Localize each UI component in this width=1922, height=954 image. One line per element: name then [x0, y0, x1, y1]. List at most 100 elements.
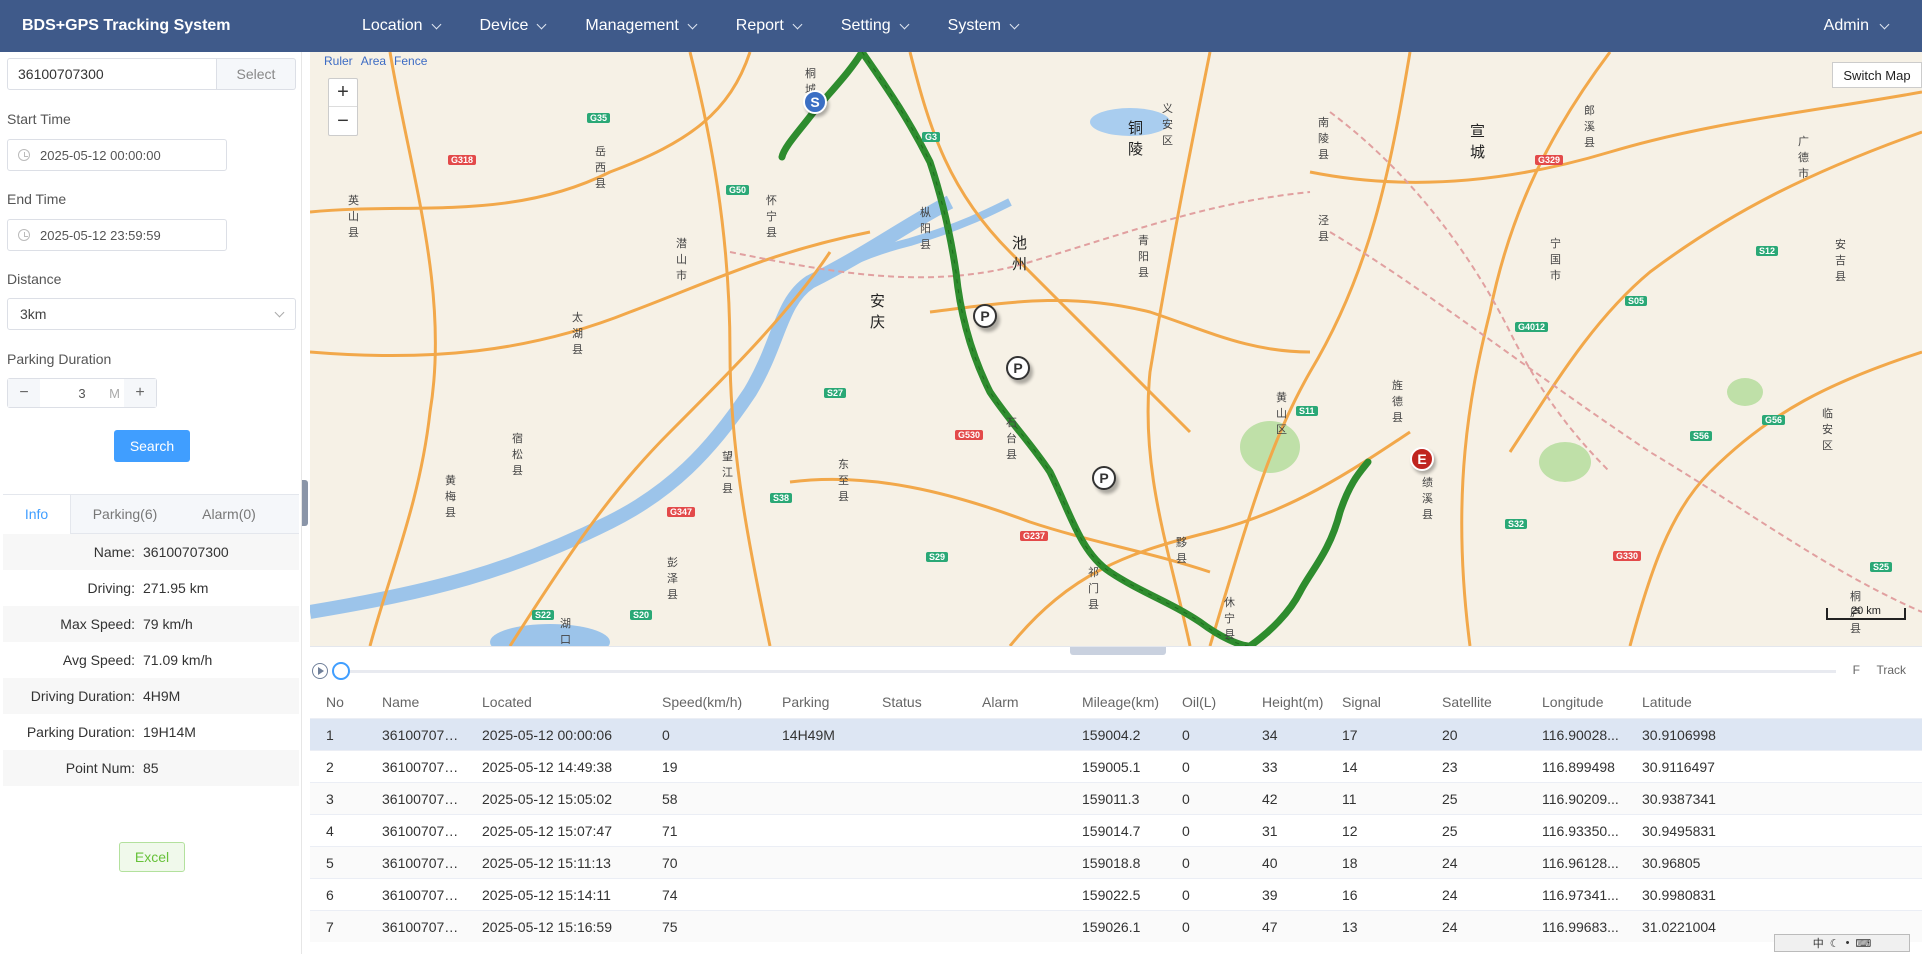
tab-alarm[interactable]: Alarm(0): [179, 495, 279, 534]
table-cell: 39: [1262, 886, 1278, 903]
info-key: Point Num:: [65, 760, 135, 776]
table-row[interactable]: 2 36100707300 2025-05-12 14:49:38 19 159005.…: [310, 750, 1922, 782]
top-nav-bar: BDS+GPS Tracking System Location Device …: [0, 0, 1922, 52]
city-label: 广德市: [1798, 136, 1809, 180]
distance-select[interactable]: 3km: [7, 298, 296, 330]
table-row[interactable]: 7 36100707300 2025-05-12 15:16:59 75 159026.…: [310, 910, 1922, 942]
column-header[interactable]: No: [310, 694, 366, 710]
column-header[interactable]: Parking: [766, 694, 866, 710]
tab-info[interactable]: Info: [3, 495, 71, 534]
nav-management[interactable]: Management: [565, 0, 715, 52]
nav-system[interactable]: System: [928, 0, 1038, 52]
zoom-control: + −: [328, 78, 358, 136]
road-shield: G3: [922, 132, 941, 142]
device-picker: Select: [7, 58, 296, 90]
result-tabs: Info Parking(6) Alarm(0): [3, 494, 299, 534]
play-icon[interactable]: [312, 663, 328, 679]
end-time-picker[interactable]: 2025-05-12 23:59:59: [7, 219, 227, 251]
table-cell: 7: [326, 918, 334, 935]
road-shield: G56: [1762, 415, 1786, 425]
nav-device[interactable]: Device: [460, 0, 566, 52]
nav-location-label: Location: [362, 17, 423, 34]
nav-setting[interactable]: Setting: [821, 0, 928, 52]
city-label: 宣城: [1470, 123, 1486, 161]
panel-collapse-handle[interactable]: [302, 480, 308, 526]
zoom-out-button[interactable]: −: [329, 107, 357, 135]
start-time-picker[interactable]: 2025-05-12 00:00:00: [7, 139, 227, 171]
fence-tool[interactable]: Fence: [394, 54, 427, 68]
user-menu[interactable]: Admin: [1824, 0, 1890, 52]
city-label: 临安区: [1822, 408, 1833, 452]
zoom-in-button[interactable]: +: [329, 79, 357, 107]
ruler-tool[interactable]: Ruler: [324, 54, 353, 68]
clock-icon: [18, 149, 30, 161]
table-cell: 3: [326, 790, 334, 807]
column-header[interactable]: Speed(km/h): [646, 694, 766, 710]
parking-marker[interactable]: P: [1092, 466, 1116, 490]
column-header[interactable]: Signal: [1326, 694, 1426, 710]
city-label: 望江县: [722, 451, 733, 495]
playback-slider[interactable]: [336, 670, 1836, 673]
area-tool[interactable]: Area: [361, 54, 386, 68]
table-cell: 30.9106998: [1642, 726, 1716, 743]
device-input[interactable]: [7, 58, 217, 90]
nav-report-label: Report: [735, 17, 784, 34]
ime-label: 中: [1812, 938, 1824, 950]
column-header[interactable]: Height(m): [1246, 694, 1326, 710]
parking-marker[interactable]: P: [973, 304, 997, 328]
column-header[interactable]: Latitude: [1626, 694, 1746, 710]
city-label: 旌德县: [1392, 380, 1403, 424]
map-resize-handle[interactable]: [1070, 647, 1166, 655]
column-header[interactable]: Status: [866, 694, 966, 710]
table-cell: 14H49M: [782, 726, 835, 743]
tab-parking[interactable]: Parking(6): [71, 495, 179, 534]
table-cell: 40: [1262, 854, 1278, 871]
switch-map-button[interactable]: Switch Map: [1832, 62, 1922, 88]
decrement-button[interactable]: −: [8, 379, 40, 407]
table-row[interactable]: 4 36100707300 2025-05-12 15:07:47 71 159014.…: [310, 814, 1922, 846]
table-row[interactable]: 5 36100707300 2025-05-12 15:11:13 70 159018.…: [310, 846, 1922, 878]
info-value: 85: [143, 760, 159, 776]
excel-export-button[interactable]: Excel: [119, 842, 185, 872]
chevron-down-icon: [274, 307, 285, 317]
track-toggle[interactable]: Track: [1876, 663, 1906, 677]
select-device-button[interactable]: Select: [217, 58, 296, 90]
nav-report[interactable]: Report: [716, 0, 821, 52]
city-label: 怀宁县: [766, 195, 777, 239]
distance-label: Distance: [7, 271, 62, 287]
parking-marker[interactable]: P: [1006, 356, 1030, 380]
table-row[interactable]: 6 36100707300 2025-05-12 15:14:11 74 159022.…: [310, 878, 1922, 910]
increment-button[interactable]: +: [124, 379, 156, 407]
table-cell: 1: [326, 726, 334, 743]
column-header[interactable]: Name: [366, 694, 466, 710]
table-cell: 23: [1442, 758, 1458, 775]
column-header[interactable]: Alarm: [966, 694, 1066, 710]
table-row[interactable]: 3 36100707300 2025-05-12 15:05:02 58 159011.…: [310, 782, 1922, 814]
road-shield: G237: [1020, 531, 1049, 541]
city-label: 安庆: [870, 293, 886, 331]
column-header[interactable]: Mileage(km): [1066, 694, 1166, 710]
table-cell: 2: [326, 758, 334, 775]
city-label: 湖口县: [560, 618, 571, 646]
end-marker[interactable]: E: [1410, 447, 1434, 471]
start-marker[interactable]: S: [803, 90, 827, 114]
chevron-down-icon: [687, 19, 698, 29]
column-header[interactable]: Satellite: [1426, 694, 1526, 710]
nav-setting-label: Setting: [840, 17, 891, 34]
column-header[interactable]: Located: [466, 694, 646, 710]
table-cell: 2025-05-12 15:11:13: [482, 854, 611, 871]
playback-slider-handle[interactable]: [332, 662, 350, 680]
nav-location[interactable]: Location: [342, 0, 460, 52]
ime-toolbar[interactable]: 中 ☾ • ⌨: [1774, 934, 1910, 952]
parking-duration-input[interactable]: 3 M: [40, 386, 124, 401]
playback-speed-label[interactable]: F: [1853, 663, 1860, 677]
city-label: 南陵县: [1318, 117, 1329, 161]
table-row[interactable]: 1 36100707300 2025-05-12 00:00:06 0 14H49M 15…: [310, 718, 1922, 750]
column-header[interactable]: Oil(L): [1166, 694, 1246, 710]
city-label: 绩溪县: [1422, 477, 1433, 521]
map-view[interactable]: G50 G35 G3 G318 G530 G4012 G347 G237 S11…: [310, 52, 1922, 646]
road-shield: S29: [926, 552, 949, 562]
table-cell: 2025-05-12 15:05:02: [482, 790, 612, 807]
column-header[interactable]: Longitude: [1526, 694, 1626, 710]
search-button[interactable]: Search: [114, 430, 190, 462]
